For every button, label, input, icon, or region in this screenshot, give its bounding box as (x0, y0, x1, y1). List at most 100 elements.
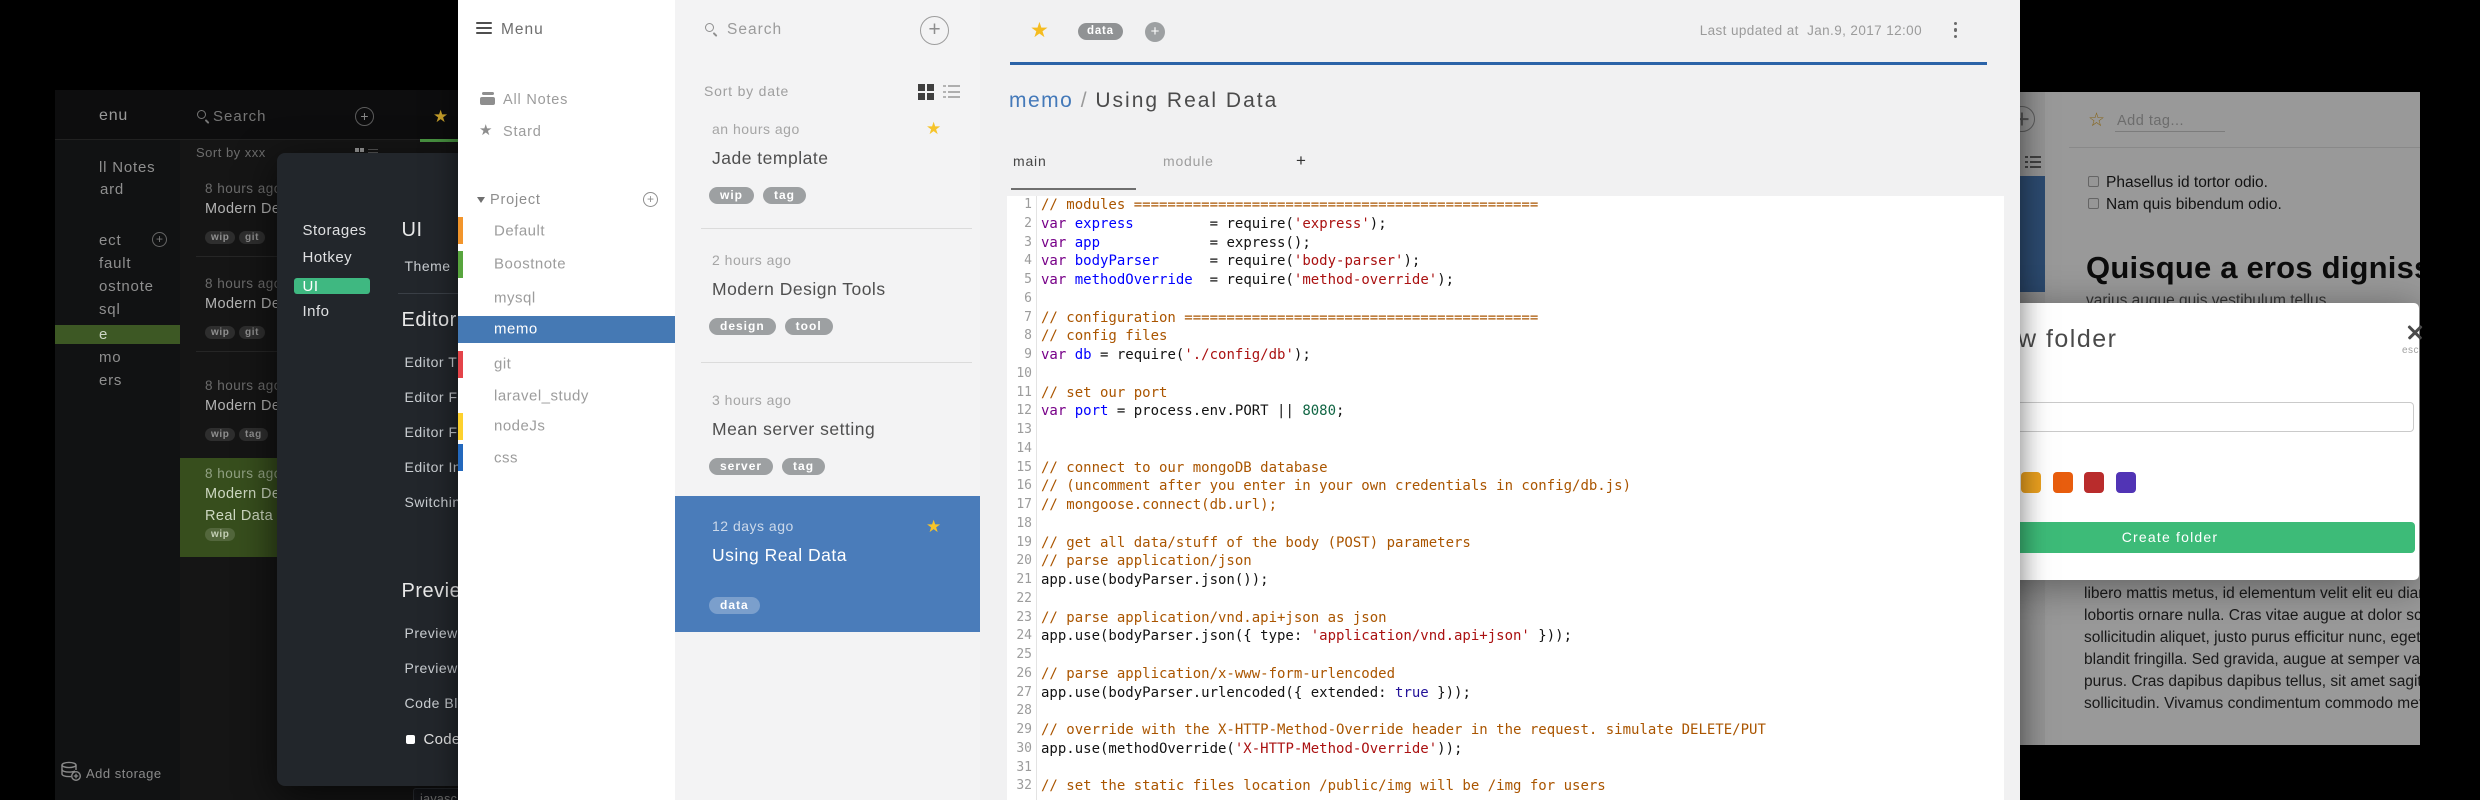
note-star-icon: ★ (926, 516, 942, 536)
breadcrumb-folder[interactable]: memo (1009, 89, 1073, 112)
list-view-icon[interactable] (943, 85, 960, 99)
line-content: // set our port (1041, 384, 1168, 401)
code-line: 19 // get all data/stuff of the body (POS… (1007, 534, 2004, 553)
folder-color-bar (458, 444, 463, 471)
create-folder-button[interactable]: Create folder (2020, 522, 2415, 553)
new-folder-modal: New folder esc Create folder (2020, 303, 2423, 580)
tab-main[interactable]: main (1013, 153, 1047, 169)
dark-editor-star-icon[interactable]: ★ (433, 107, 448, 127)
sidebar-folder-laravel_study[interactable]: laravel_study (458, 382, 675, 409)
settings-editor-item[interactable]: Editor In (405, 459, 459, 475)
dark-folder-item[interactable]: ers (99, 372, 122, 389)
settings-checkbox-label[interactable]: Code B (424, 731, 459, 748)
note-item[interactable]: 2 hours ago Modern Design Tools design tool (675, 231, 980, 362)
dark-code-lang-select[interactable]: javascri (413, 788, 458, 800)
folder-color-swatch[interactable] (2084, 472, 2105, 493)
line-number: 7 (1024, 309, 1032, 325)
dark-sidebar-selected-row[interactable] (55, 324, 180, 344)
dark-note-time: 8 hours ago (205, 466, 282, 481)
folder-color-swatch[interactable] (2116, 472, 2137, 493)
settings-theme-label[interactable]: Theme (405, 258, 451, 274)
code-editor[interactable]: 1 // modules ============================… (1007, 195, 2004, 800)
sidebar-folder-css[interactable]: css (458, 444, 675, 471)
dark-folder-item[interactable]: ostnote (99, 278, 154, 295)
note-item[interactable]: an hours ago ★ Jade template wip tag (675, 100, 980, 228)
note-tag-badge[interactable]: data (1078, 23, 1123, 40)
sort-dropdown[interactable]: Sort by date (704, 83, 789, 99)
menu-label[interactable]: Menu (501, 21, 544, 39)
dark-search-input[interactable]: Search (213, 108, 267, 125)
project-header[interactable]: Project (490, 192, 541, 208)
line-number: 26 (1016, 665, 1032, 681)
add-storage-button[interactable]: Add storage (86, 766, 162, 781)
new-note-button[interactable]: + (920, 16, 949, 45)
settings-preview-item[interactable]: Code Blo (405, 695, 459, 711)
sidebar-folder-git[interactable]: git (458, 350, 675, 378)
sidebar-folder-Default[interactable]: Default (458, 217, 675, 244)
add-snippet-tab-button[interactable]: + (1296, 151, 1306, 171)
dark-sort-dropdown[interactable]: Sort by xxx (196, 145, 266, 160)
project-collapse-icon[interactable] (477, 197, 485, 203)
settings-editor-item[interactable]: Switching (405, 494, 459, 510)
dimmed-app-window: ☆ Add tag... Phasellus id tortor odio. N… (2020, 0, 2480, 800)
settings-page-title: UI (401, 219, 423, 241)
sidebar-item-starred[interactable]: Stard (503, 124, 542, 140)
settings-menu-item-hotkey[interactable]: Hotkey (303, 249, 353, 266)
note-menu-icon[interactable] (1954, 22, 1958, 41)
search-input[interactable]: Search (727, 21, 782, 39)
grid-view-icon[interactable] (918, 84, 935, 101)
code-line: 2 var express = require('express'); (1007, 215, 2004, 234)
sidebar-folder-memo[interactable]: memo (458, 315, 675, 343)
sidebar-folder-nodeJs[interactable]: nodeJs (458, 412, 675, 440)
settings-menu-item-ui[interactable]: UI (303, 278, 319, 295)
line-number: 2 (1024, 215, 1032, 231)
modal-close-icon[interactable] (2407, 324, 2423, 340)
note-item[interactable]: 3 hours ago Mean server setting server tag (675, 371, 980, 496)
note-tag: data (709, 597, 760, 614)
tab-module[interactable]: module (1163, 153, 1214, 169)
note-tags: wip tag (709, 187, 806, 204)
settings-preview-item[interactable]: Preview F (405, 660, 459, 676)
dark-folder-item[interactable]: fault (99, 255, 131, 272)
note-tag: wip (709, 187, 754, 204)
code-line: 1 // modules ============================… (1007, 196, 2004, 215)
settings-checkbox[interactable] (405, 735, 415, 744)
settings-panel: Storages Hotkey UI Info UI Theme Editor Edi… (276, 153, 459, 786)
dark-new-note-button[interactable]: + (355, 107, 374, 126)
settings-editor-item[interactable]: Editor Fo (405, 424, 459, 440)
code-line: 21 app.use(bodyParser.json()); (1007, 571, 2004, 590)
dark-note-title: Modern Des (205, 201, 288, 217)
line-number: 31 (1016, 759, 1032, 775)
sidebar-folder-mysql[interactable]: mysql (458, 284, 675, 311)
search-icon (705, 23, 718, 37)
folder-name-input[interactable] (2020, 402, 2414, 432)
dark-folder-item[interactable]: e (99, 326, 108, 343)
sidebar-folder-Boostnote[interactable]: Boostnote (458, 250, 675, 278)
settings-editor-item[interactable]: Editor Th (405, 354, 459, 370)
note-star-icon[interactable]: ★ (1030, 18, 1049, 43)
note-item[interactable]: 12 days ago ★ Using Real Data data (675, 495, 980, 632)
dark-sidebar-item-starred[interactable]: ard (100, 181, 124, 198)
note-title: Modern Design Tools (712, 278, 886, 299)
sidebar-item-all-notes[interactable]: All Notes (503, 92, 568, 108)
settings-preview-item[interactable]: Preview F (405, 625, 459, 641)
settings-editor-section-title: Editor (401, 309, 457, 331)
dark-folder-item[interactable]: mo (99, 349, 121, 366)
line-number: 1 (1024, 197, 1032, 212)
line-content (1032, 441, 1049, 457)
settings-menu-item-storages[interactable]: Storages (303, 222, 367, 239)
dark-folder-item[interactable]: sql (99, 301, 121, 318)
dark-add-folder-icon[interactable]: + (152, 232, 167, 247)
folder-color-swatch[interactable] (2021, 472, 2041, 493)
settings-menu-item-info[interactable]: Info (303, 303, 330, 320)
folder-color-swatch[interactable] (2052, 472, 2073, 493)
active-tab-underline (1011, 188, 1136, 190)
note-divider (701, 227, 972, 229)
add-tag-button[interactable]: + (1145, 22, 1165, 42)
line-number: 29 (1016, 722, 1032, 737)
add-folder-button[interactable]: + (643, 192, 658, 207)
dark-sidebar-item-all-notes[interactable]: ll Notes (99, 159, 155, 176)
dark-menu-button[interactable]: enu (99, 107, 128, 125)
menu-hamburger-icon[interactable] (476, 22, 492, 35)
settings-editor-item[interactable]: Editor Fo (405, 389, 459, 405)
